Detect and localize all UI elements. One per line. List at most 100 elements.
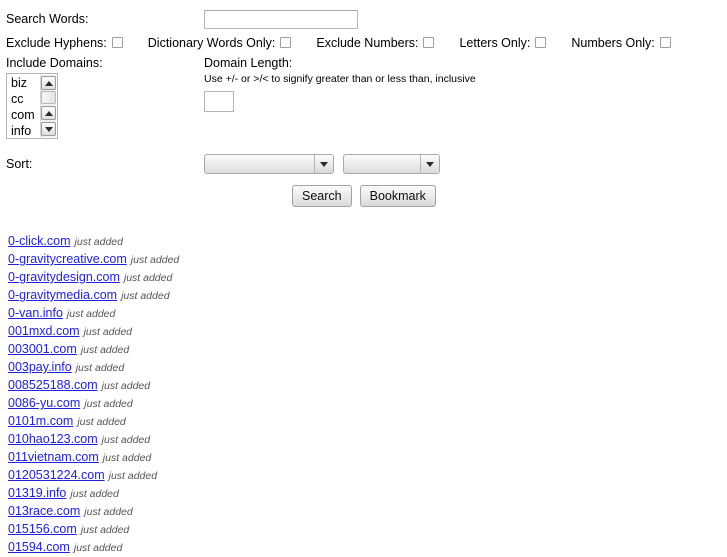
list-item: 001mxd.com just added xyxy=(8,323,727,341)
status-badge: just added xyxy=(75,362,125,374)
checkbox-box-icon[interactable] xyxy=(659,37,671,48)
search-button[interactable]: Search xyxy=(292,185,352,207)
page-container: Search Words: Exclude Hyphens: Dictionar… xyxy=(0,0,727,557)
list-item: 008525188.com just added xyxy=(8,377,727,395)
triangle-up-icon xyxy=(44,110,53,116)
triangle-down-icon xyxy=(44,126,53,132)
scroll-up-icon[interactable] xyxy=(41,76,56,90)
domain-link[interactable]: 0-gravitycreative.com xyxy=(8,252,127,266)
domain-length-input[interactable] xyxy=(204,91,234,112)
status-badge: just added xyxy=(102,452,152,464)
bookmark-button[interactable]: Bookmark xyxy=(359,185,436,207)
sort-label: Sort: xyxy=(6,157,33,171)
listbox-option[interactable]: com xyxy=(11,107,40,123)
status-badge: just added xyxy=(66,308,116,320)
sort-secondary-select[interactable] xyxy=(343,154,440,174)
list-item: 013race.com just added xyxy=(8,503,727,521)
list-item: 010hao123.com just added xyxy=(8,431,727,449)
triangle-down-icon xyxy=(426,161,434,167)
checkbox-exclude-numbers[interactable]: Exclude Numbers: xyxy=(316,35,435,50)
domain-link[interactable]: 0101m.com xyxy=(8,414,73,428)
listbox-option[interactable]: info xyxy=(11,123,40,137)
sort-primary-value xyxy=(205,155,314,173)
list-item: 01594.com just added xyxy=(8,539,727,557)
include-domains-listbox[interactable]: biz cc com info xyxy=(6,73,58,139)
domain-link[interactable]: 003pay.info xyxy=(8,360,72,374)
domain-link[interactable]: 0-gravitymedia.com xyxy=(8,288,117,302)
checkbox-label: Dictionary Words Only: xyxy=(147,35,276,50)
search-input[interactable] xyxy=(204,9,358,29)
domain-link[interactable]: 015156.com xyxy=(8,522,77,536)
domain-link[interactable]: 01319.info xyxy=(8,486,66,500)
scroll-down-icon[interactable] xyxy=(41,122,56,136)
domain-link[interactable]: 0120531224.com xyxy=(8,468,105,482)
list-item: 003001.com just added xyxy=(8,341,727,359)
status-badge: just added xyxy=(74,236,123,248)
checkbox-box-icon[interactable] xyxy=(280,37,292,48)
domain-length-column: Domain Length: Use +/- or >/< to signify… xyxy=(204,56,684,112)
checkbox-box-icon[interactable] xyxy=(423,37,435,48)
status-badge: just added xyxy=(123,272,173,284)
chevron-down-icon[interactable] xyxy=(420,155,439,173)
status-badge: just added xyxy=(73,542,123,554)
scroll-up-secondary-icon[interactable] xyxy=(41,106,56,120)
listbox-option[interactable]: biz xyxy=(11,75,40,91)
checkbox-box-icon[interactable] xyxy=(111,37,123,48)
search-words-label: Search Words: xyxy=(6,12,89,26)
scrollbar-thumb[interactable] xyxy=(41,91,56,104)
checkbox-letters-only[interactable]: Letters Only: xyxy=(459,35,547,50)
filter-checkbox-row: Exclude Hyphens: Dictionary Words Only: … xyxy=(6,32,727,53)
status-badge: just added xyxy=(70,488,119,500)
chevron-down-icon[interactable] xyxy=(314,155,333,173)
checkbox-exclude-hyphens[interactable]: Exclude Hyphens: xyxy=(6,36,123,50)
domain-link[interactable]: 010hao123.com xyxy=(8,432,98,446)
list-item: 0-gravitycreative.com just added xyxy=(8,251,727,269)
status-badge: just added xyxy=(77,416,126,428)
status-badge: just added xyxy=(83,326,133,338)
domain-link[interactable]: 0-van.info xyxy=(8,306,63,320)
list-item: 0-click.com just added xyxy=(8,233,727,251)
search-words-row: Search Words: xyxy=(6,6,727,32)
status-badge: just added xyxy=(80,344,130,356)
domain-link[interactable]: 011vietnam.com xyxy=(8,450,99,464)
sort-secondary-value xyxy=(344,155,420,173)
status-badge: just added xyxy=(130,254,180,266)
domain-link[interactable]: 0-click.com xyxy=(8,234,71,248)
list-item: 0101m.com just added xyxy=(8,413,727,431)
include-domains-column: Include Domains: biz cc com info xyxy=(6,56,204,139)
domain-link[interactable]: 001mxd.com xyxy=(8,324,80,338)
list-item: 01319.info just added xyxy=(8,485,727,503)
include-domains-label: Include Domains: xyxy=(6,56,103,70)
domain-link[interactable]: 0086-yu.com xyxy=(8,396,80,410)
domains-and-length-row: Include Domains: biz cc com info Domain … xyxy=(6,56,727,139)
status-badge: just added xyxy=(80,524,130,536)
triangle-up-icon xyxy=(44,80,53,86)
checkbox-dictionary-words-only[interactable]: Dictionary Words Only: xyxy=(148,36,292,50)
action-button-row: Search Bookmark xyxy=(6,185,727,207)
sort-row: Sort: xyxy=(6,152,727,176)
domain-link[interactable]: 013race.com xyxy=(8,504,80,518)
status-badge: just added xyxy=(84,506,133,518)
listbox-option[interactable]: cc xyxy=(11,91,40,107)
list-item: 0-gravitydesign.com just added xyxy=(8,269,727,287)
include-domains-options[interactable]: biz cc com info xyxy=(8,75,40,137)
list-item: 0-gravitymedia.com just added xyxy=(8,287,727,305)
status-badge: just added xyxy=(101,380,151,392)
domain-length-label: Domain Length: xyxy=(204,56,293,70)
triangle-down-icon xyxy=(320,161,328,167)
checkbox-label: Exclude Hyphens: xyxy=(6,35,107,50)
checkbox-numbers-only[interactable]: Numbers Only: xyxy=(571,35,671,50)
status-badge: just added xyxy=(84,398,133,410)
list-item: 0120531224.com just added xyxy=(8,467,727,485)
domain-length-hint: Use +/- or >/< to signify greater than o… xyxy=(204,73,476,85)
checkbox-label: Letters Only: xyxy=(459,35,531,50)
domain-link[interactable]: 01594.com xyxy=(8,540,70,554)
domain-link[interactable]: 0-gravitydesign.com xyxy=(8,270,120,284)
checkbox-box-icon[interactable] xyxy=(535,37,547,48)
sort-primary-select[interactable] xyxy=(204,154,334,174)
checkbox-label: Exclude Numbers: xyxy=(316,35,419,50)
listbox-scrollbar[interactable] xyxy=(40,75,56,137)
domain-link[interactable]: 008525188.com xyxy=(8,378,98,392)
domain-link[interactable]: 003001.com xyxy=(8,342,77,356)
checkbox-label: Numbers Only: xyxy=(571,35,655,50)
